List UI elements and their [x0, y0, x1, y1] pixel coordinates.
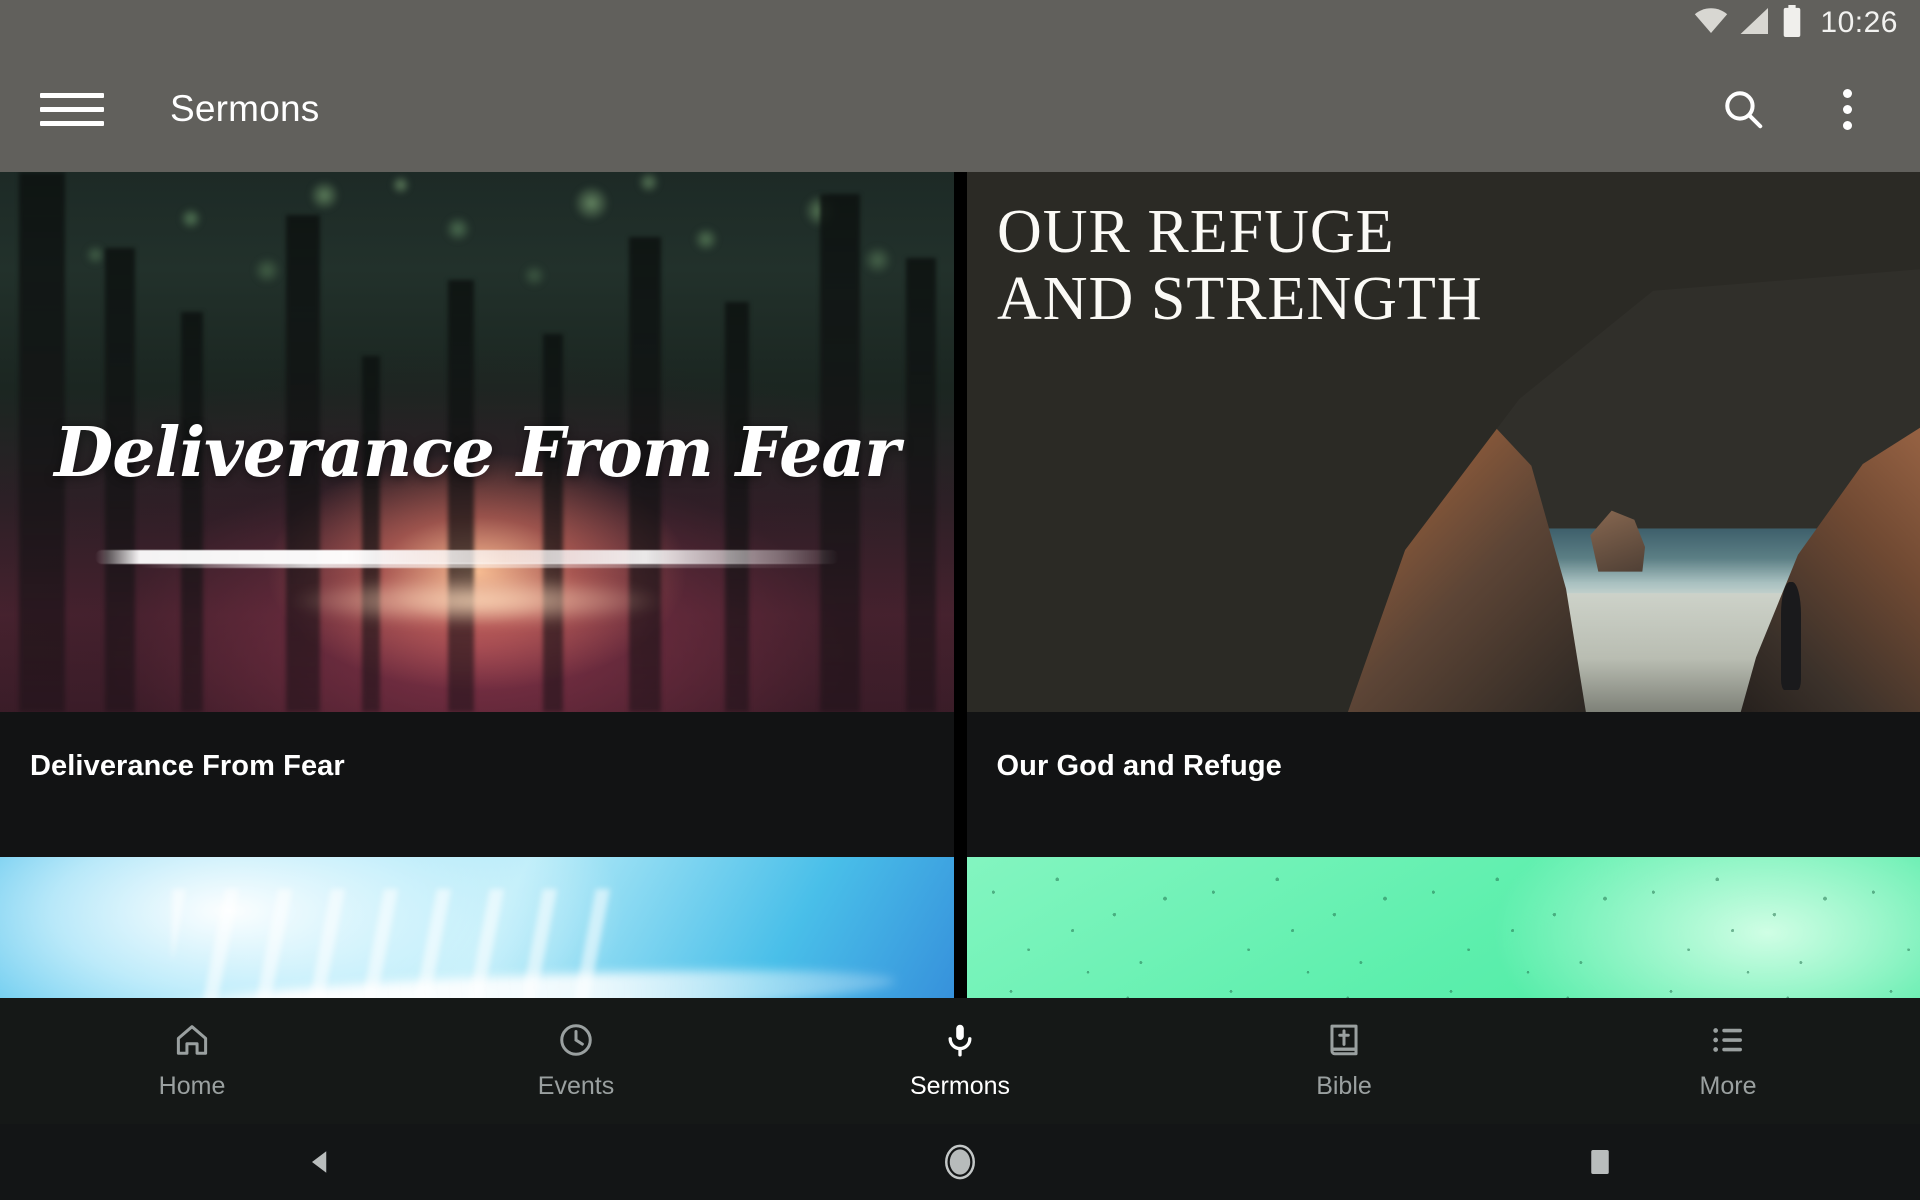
nav-label: More [1699, 1072, 1757, 1100]
sermon-card[interactable] [0, 857, 954, 998]
nav-item-sermons[interactable]: Sermons [768, 998, 1152, 1124]
sermon-card[interactable]: Deliverance From Fear Deliverance From F… [0, 172, 954, 857]
nav-item-home[interactable]: Home [0, 998, 384, 1124]
nav-item-events[interactable]: Events [384, 998, 768, 1124]
forest-sun-glow [0, 566, 954, 637]
sermon-card-label: Deliverance From Fear [0, 712, 954, 857]
overflow-menu-icon[interactable] [1810, 72, 1884, 146]
search-icon[interactable] [1706, 72, 1780, 146]
sermon-artwork-our-god-and-refuge[interactable]: OUR REFUGE AND STRENGTH [966, 172, 1920, 712]
sermon-row: Deliverance From Fear Deliverance From F… [0, 172, 1920, 857]
sermon-card-label: Our God and Refuge [966, 712, 1920, 857]
android-home-button[interactable] [640, 1143, 1280, 1181]
artwork-title-text: OUR REFUGE AND STRENGTH [997, 198, 1483, 333]
clock-icon [557, 1020, 595, 1060]
sermon-artwork-mint-hearts[interactable] [966, 857, 1920, 998]
android-back-button[interactable] [0, 1147, 640, 1177]
sermon-card[interactable] [966, 857, 1920, 998]
sermon-title: Deliverance From Fear [30, 750, 345, 782]
sermon-row [0, 857, 1920, 998]
nav-label: Home [158, 1072, 226, 1100]
android-recents-button[interactable] [1280, 1147, 1920, 1177]
nav-item-more[interactable]: More [1536, 998, 1920, 1124]
nav-label: Events [537, 1072, 615, 1100]
sermons-grid[interactable]: Deliverance From Fear Deliverance From F… [0, 172, 1920, 998]
status-bar: 10:26 [0, 0, 1920, 46]
home-icon [173, 1020, 211, 1060]
silhouette-figure [1780, 582, 1801, 691]
nav-label: Sermons [909, 1072, 1011, 1100]
page-title: Sermons [170, 88, 320, 129]
brush-stroke-underline [95, 550, 840, 568]
bottom-navigation-bar: Home Events Sermons Bible More [0, 998, 1920, 1124]
android-system-navigation-bar [0, 1124, 1920, 1200]
artwork-title-text: Deliverance From Fear [54, 412, 900, 493]
microphone-icon [941, 1020, 979, 1060]
sermon-title: Our God and Refuge [996, 750, 1282, 782]
cellular-signal-icon [1740, 7, 1770, 39]
sermon-card[interactable]: OUR REFUGE AND STRENGTH Our God and Refu… [966, 172, 1920, 857]
bible-book-icon [1325, 1020, 1363, 1060]
sermon-artwork-blue-sky[interactable] [0, 857, 954, 998]
wifi-icon [1694, 7, 1728, 39]
nav-label: Bible [1316, 1072, 1372, 1100]
battery-icon [1782, 4, 1802, 42]
list-icon [1709, 1020, 1747, 1060]
status-bar-clock: 10:26 [1820, 6, 1898, 39]
speckle-texture [966, 857, 1920, 998]
app-bar: Sermons [0, 46, 1920, 172]
sermon-artwork-deliverance-from-fear[interactable]: Deliverance From Fear [0, 172, 954, 712]
nav-item-bible[interactable]: Bible [1152, 998, 1536, 1124]
hamburger-menu-icon[interactable] [40, 77, 104, 141]
app-bar-actions [1706, 72, 1920, 146]
